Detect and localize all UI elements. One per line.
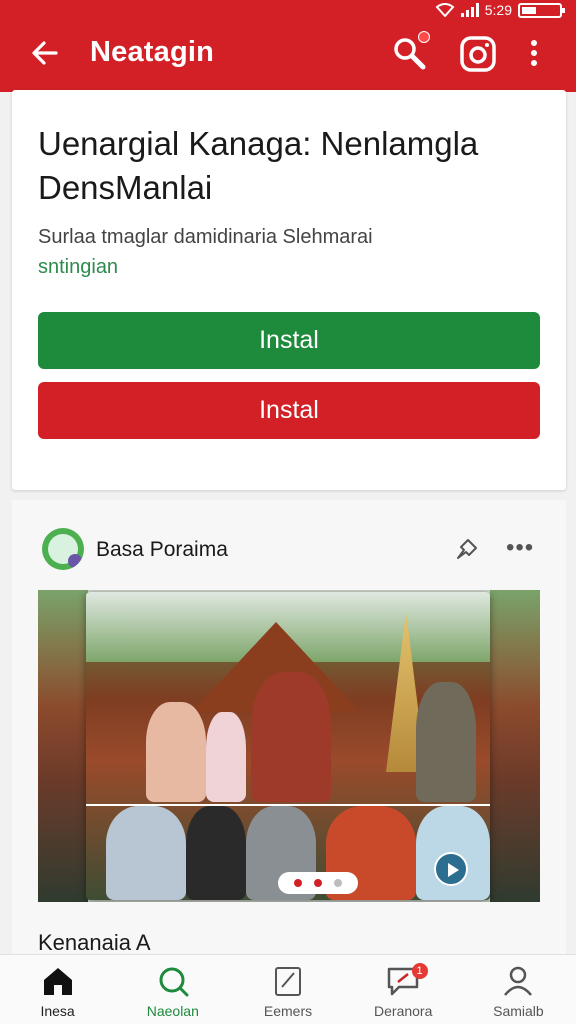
post-author[interactable]: Basa Poraima: [96, 538, 228, 562]
back-arrow-icon[interactable]: [28, 36, 62, 70]
nav-item-profile[interactable]: Samialb: [461, 955, 576, 1024]
status-time: 5:29: [484, 2, 512, 18]
notification-dot: [418, 31, 430, 43]
nav-label-edit: Eemers: [263, 1003, 313, 1019]
signal-icon: [460, 3, 479, 17]
search-button[interactable]: [390, 31, 430, 74]
nav-label-search: Naeolan: [146, 1003, 199, 1019]
nav-item-edit[interactable]: Eemers: [230, 955, 345, 1024]
share-icon[interactable]: [454, 536, 480, 562]
install-button-primary[interactable]: Instal: [38, 312, 540, 369]
nav-item-search[interactable]: Naeolan: [115, 955, 230, 1024]
play-icon[interactable]: [434, 852, 468, 886]
chat-badge: 1: [411, 963, 428, 979]
search-icon: [159, 967, 189, 997]
install-button-secondary[interactable]: Instal: [38, 382, 540, 439]
nav-label-home: Inesa: [40, 1003, 75, 1019]
instagram-icon: [460, 36, 496, 72]
bottom-navigation: Inesa Naeolan Eemers 1 Deranora Samialb: [0, 954, 576, 1024]
app-bar: Neatagin: [0, 22, 576, 92]
nav-label-chat: Deranora: [374, 1003, 433, 1019]
status-bar: 5:29: [0, 0, 576, 22]
card-subtitle: Surlaa tmaglar damidinaria Slehmarai: [38, 226, 373, 248]
profile-icon: [504, 966, 533, 996]
more-vertical-icon: [531, 40, 537, 66]
feed-post: Basa Poraima ••• Kenanaia A: [12, 500, 566, 955]
camera-button[interactable]: [458, 34, 498, 74]
nav-item-home[interactable]: Inesa: [0, 955, 115, 1024]
app-title: Neatagin: [90, 36, 215, 68]
nav-label-profile: Samialb: [493, 1003, 544, 1019]
post-media-gallery[interactable]: [38, 590, 540, 902]
post-more-icon[interactable]: •••: [506, 536, 534, 560]
post-caption: Kenanaia A: [38, 930, 151, 955]
gallery-main-image[interactable]: [86, 592, 490, 900]
author-avatar[interactable]: [42, 528, 84, 570]
home-icon: [43, 968, 72, 995]
card-title: Uenargial Kanaga: Nenlamgla DensManlai: [38, 125, 479, 206]
battery-icon: [518, 2, 565, 18]
edit-icon: [275, 967, 301, 996]
gallery-page-indicator: [278, 872, 358, 894]
gallery-prev-image[interactable]: [38, 590, 88, 902]
gallery-next-image[interactable]: [490, 590, 540, 902]
wifi-icon: [435, 3, 455, 17]
app-card: Uenargial Kanaga: Nenlamgla DensManlai S…: [12, 90, 566, 490]
overflow-menu-button[interactable]: [524, 34, 544, 74]
nav-item-chat[interactable]: 1 Deranora: [346, 955, 461, 1024]
card-subtitle-link[interactable]: sntingian: [38, 256, 118, 279]
